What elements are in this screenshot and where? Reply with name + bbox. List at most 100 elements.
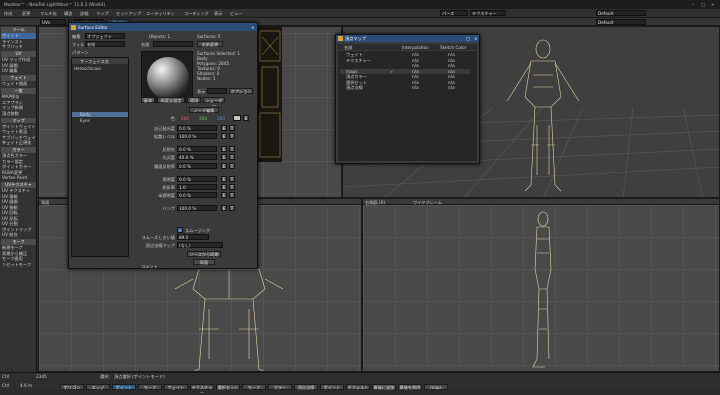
tree-item-eyes[interactable]: Eyes <box>80 118 90 123</box>
left-toolbar-section-header[interactable]: マップ <box>1 117 36 123</box>
status-button[interactable]: カラー <box>268 384 292 390</box>
tab-basic[interactable]: 基本 <box>141 97 155 103</box>
color-b[interactable]: 200 <box>217 116 225 121</box>
surface-editor-titlebar[interactable]: Surface Editor × <box>69 23 257 31</box>
texture-button[interactable]: T <box>229 133 235 139</box>
param-value-field[interactable]: 0.0 % <box>177 176 217 182</box>
perspective-select[interactable]: パース <box>440 10 468 16</box>
close-button[interactable]: × <box>711 2 715 7</box>
status-button[interactable]: 最後を削除 <box>398 384 422 390</box>
tab-advanced[interactable]: 高度な設定 <box>157 97 185 103</box>
tree-item-body[interactable]: Body <box>80 112 91 117</box>
default-select[interactable]: Default <box>596 19 646 25</box>
rename-button[interactable]: 名前変更 <box>197 41 223 47</box>
envelope-button[interactable]: E <box>221 205 227 211</box>
col-sketch-color[interactable]: Sketch Color <box>440 45 466 50</box>
tab-environment[interactable]: 環境 <box>187 97 201 103</box>
node-editor-button[interactable]: ノード編集 <box>189 107 219 113</box>
param-value-field[interactable]: 100.0 % <box>177 133 217 139</box>
col-name[interactable]: 名前 <box>344 45 352 51</box>
left-toolbar-tool[interactable]: ウェイト正規化 <box>1 140 36 146</box>
left-toolbar-tool[interactable]: UV 編集 <box>1 68 36 74</box>
left-toolbar-tool[interactable]: Vertex Paint <box>1 175 36 181</box>
vertex-map-row[interactable]: 頂点法線 n/a n/a <box>340 85 470 90</box>
texture-button[interactable]: T <box>229 176 235 182</box>
param-value-field[interactable]: 1.0 <box>177 184 217 190</box>
status-button[interactable]: エッジ <box>86 384 110 390</box>
menu-viewport[interactable]: ビュー <box>230 11 243 17</box>
vertex-map-row[interactable]: n/a n/a <box>340 63 470 68</box>
menu-map[interactable]: マップ <box>96 11 109 17</box>
viewport-right[interactable]: 右側面 (X) ワイヤフレーム <box>362 198 720 372</box>
texture-button[interactable]: T <box>229 192 235 198</box>
edit-by-select[interactable]: オブジェクト <box>85 33 125 39</box>
sync-source-button[interactable]: ソースから同期 <box>187 251 221 257</box>
envelope-button[interactable]: E <box>221 146 227 152</box>
vertex-map-row[interactable]: 頂点カラー n/a n/a <box>340 74 470 79</box>
param-value-field[interactable]: 0.0 % <box>177 163 217 169</box>
envelope-button[interactable]: E <box>221 154 227 160</box>
left-toolbar-section-header[interactable]: UV <box>1 51 36 57</box>
left-toolbar-section-header[interactable]: カラー <box>1 147 36 153</box>
left-toolbar-tool[interactable]: リセットモーフ <box>1 262 36 268</box>
smooth-threshold-field[interactable]: 89.5 <box>177 234 209 240</box>
vertex-map-titlebar[interactable]: 頂点マップ □ × <box>336 35 479 42</box>
left-toolbar-tool[interactable]: 頂点移動 <box>1 111 36 117</box>
left-toolbar-section-header[interactable]: UVテクスチャ <box>1 182 36 188</box>
surface-name-field[interactable] <box>153 41 193 47</box>
envelope-button[interactable]: E <box>221 176 227 182</box>
color-swatch[interactable] <box>233 115 241 121</box>
vertex-map-close-icon[interactable]: × <box>474 36 478 41</box>
status-button[interactable]: 最後に追加 <box>372 384 396 390</box>
status-button[interactable]: モーフ <box>242 384 266 390</box>
display-select[interactable] <box>207 88 227 94</box>
status-button[interactable]: maps <box>424 384 448 390</box>
param-value-field[interactable]: 0.0 % <box>177 192 217 198</box>
menu-coding[interactable]: コーディング <box>184 11 209 17</box>
vertex-normal-select[interactable]: (なし) <box>177 242 223 248</box>
param-value-field[interactable]: 40.0 % <box>177 154 217 160</box>
options-button[interactable]: オプション <box>229 88 253 94</box>
texture-mode-select[interactable]: テクスチャー <box>470 10 506 16</box>
envelope-button[interactable]: E <box>221 192 227 198</box>
status-button[interactable]: ポイント <box>320 384 344 390</box>
layout-select[interactable]: Default <box>596 10 646 16</box>
texture-button[interactable]: T <box>229 125 235 131</box>
envelope-button[interactable]: E <box>221 125 227 131</box>
menu-modify[interactable]: 変更 <box>22 11 30 17</box>
menu-view[interactable]: 表示 <box>214 11 222 17</box>
envelope-button[interactable]: E <box>221 133 227 139</box>
left-toolbar-tool[interactable]: UV 結合 <box>1 232 36 238</box>
menu-detail[interactable]: 詳細 <box>80 11 88 17</box>
left-toolbar-tool[interactable]: ウェイト描画 <box>1 81 36 87</box>
col-interpolation[interactable]: Interpolation <box>402 45 429 50</box>
left-toolbar-section-header[interactable]: ウェイト <box>1 75 36 81</box>
vertex-map-maximize-icon[interactable]: □ <box>466 36 470 41</box>
param-value-field[interactable]: 0.0 % <box>177 125 217 131</box>
status-button[interactable]: 選択セット <box>216 384 240 390</box>
smoothing-checkbox[interactable]: ✓ <box>177 227 183 233</box>
filter-select[interactable]: 名前 <box>85 41 125 47</box>
status-button[interactable]: 頂点法線 <box>294 384 318 390</box>
surface-editor-close-icon[interactable]: × <box>251 25 255 30</box>
status-button[interactable]: テクスチャー <box>190 384 214 395</box>
tree-item-object[interactable]: Heroschicaio <box>74 66 101 71</box>
param-value-field[interactable]: 0.0 % <box>177 146 217 152</box>
vertex-map-row[interactable]: テクスチャー n/a n/a <box>340 58 470 63</box>
param-value-field[interactable]: 100.0 % <box>177 205 217 211</box>
vertex-map-row[interactable]: ウェイト n/a n/a <box>340 52 470 57</box>
left-toolbar-section-header[interactable]: 一般 <box>1 88 36 94</box>
status-button[interactable]: モーフ <box>138 384 162 390</box>
texture-button[interactable]: T <box>229 146 235 152</box>
tab-shaders[interactable]: シェーダー <box>203 97 225 108</box>
maximize-button[interactable]: □ <box>701 2 705 7</box>
texture-button[interactable]: T <box>229 184 235 190</box>
left-toolbar-section-header[interactable]: モーフ <box>1 239 36 245</box>
color-texture-button[interactable]: E <box>243 115 249 121</box>
envelope-button[interactable]: E <box>221 184 227 190</box>
menu-multiply[interactable]: マルチ化 <box>40 11 57 17</box>
minimize-button[interactable]: – <box>692 2 694 7</box>
left-toolbar-tool[interactable]: サブパッチ <box>1 44 36 50</box>
status-button[interactable]: ポイント <box>112 384 136 390</box>
vertex-map-row[interactable]: 選択セット n/a n/a <box>340 80 470 85</box>
